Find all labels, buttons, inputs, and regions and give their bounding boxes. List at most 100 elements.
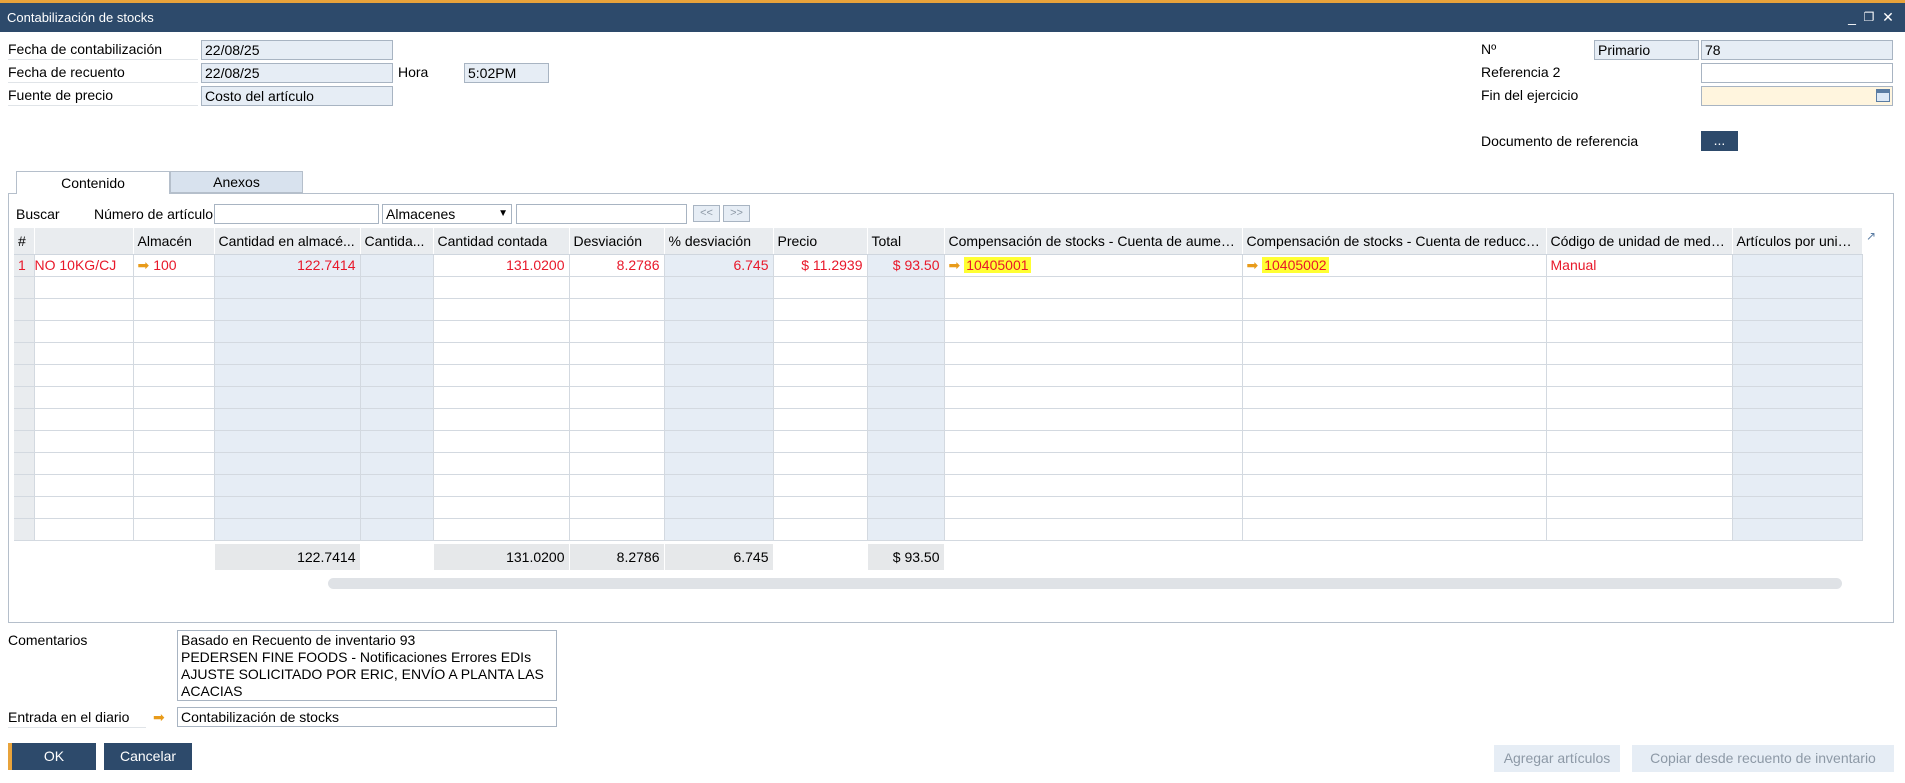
grid-cell[interactable] — [360, 364, 434, 387]
warehouse-select[interactable]: Almacenes ▼ — [382, 204, 512, 224]
grid-cell[interactable] — [214, 452, 361, 475]
grid-cell[interactable] — [1732, 298, 1863, 321]
grid-cell[interactable] — [214, 518, 361, 541]
grid-cell[interactable] — [664, 518, 774, 541]
grid-cell[interactable] — [133, 518, 215, 541]
grid-cell[interactable] — [14, 496, 35, 519]
grid-cell[interactable] — [944, 342, 1243, 365]
grid-cell[interactable] — [433, 408, 570, 431]
grid-cell[interactable] — [944, 496, 1243, 519]
grid-cell[interactable] — [773, 320, 868, 343]
link-arrow-icon[interactable]: ➡ — [153, 707, 165, 727]
grid-cell[interactable] — [944, 430, 1243, 453]
grid-cell[interactable] — [360, 342, 434, 365]
grid-cell[interactable] — [569, 320, 665, 343]
grid-cell[interactable] — [867, 364, 945, 387]
col-counted[interactable]: Cantidad contada — [433, 228, 570, 255]
grid-cell[interactable] — [360, 496, 434, 519]
grid-cell[interactable] — [1732, 276, 1863, 299]
grid-cell[interactable] — [34, 320, 134, 343]
grid-cell[interactable] — [569, 430, 665, 453]
grid-cell[interactable] — [664, 298, 774, 321]
grid-cell[interactable] — [664, 496, 774, 519]
grid-cell[interactable] — [944, 408, 1243, 431]
grid-cell[interactable] — [867, 452, 945, 475]
prev-button[interactable]: << — [693, 205, 720, 222]
restore-icon[interactable]: ❐ — [1860, 3, 1878, 32]
grid-cell[interactable] — [867, 386, 945, 409]
grid-cell[interactable] — [433, 342, 570, 365]
grid-cell[interactable] — [1242, 474, 1547, 497]
grid-cell[interactable] — [14, 386, 35, 409]
grid-cell[interactable] — [569, 496, 665, 519]
cancel-button[interactable]: Cancelar — [104, 743, 192, 770]
col-warehouse[interactable]: Almacén — [133, 228, 215, 255]
grid-cell[interactable] — [664, 452, 774, 475]
grid-cell[interactable] — [569, 408, 665, 431]
grid-cell[interactable] — [867, 430, 945, 453]
grid-cell[interactable] — [1732, 408, 1863, 431]
grid-cell[interactable] — [133, 496, 215, 519]
grid-cell[interactable] — [867, 474, 945, 497]
grid-cell[interactable] — [214, 320, 361, 343]
table-row[interactable] — [14, 276, 1863, 299]
col-price[interactable]: Precio — [773, 228, 868, 255]
grid-cell[interactable] — [944, 386, 1243, 409]
grid-cell[interactable] — [360, 430, 434, 453]
grid-cell[interactable] — [360, 474, 434, 497]
warehouse-search-input[interactable] — [516, 204, 687, 224]
grid-cell[interactable] — [14, 342, 35, 365]
grid-cell[interactable] — [944, 298, 1243, 321]
table-row[interactable] — [14, 452, 1863, 475]
grid-cell[interactable] — [214, 496, 361, 519]
grid-cell[interactable] — [34, 276, 134, 299]
table-row[interactable] — [14, 386, 1863, 409]
grid-cell[interactable] — [1546, 320, 1733, 343]
grid-cell[interactable] — [867, 320, 945, 343]
grid-cell[interactable] — [664, 386, 774, 409]
table-row[interactable] — [14, 364, 1863, 387]
grid-cell[interactable] — [664, 320, 774, 343]
col-index[interactable]: # — [14, 228, 35, 255]
grid-cell[interactable] — [773, 298, 868, 321]
tab-contenido[interactable]: Contenido — [16, 171, 170, 194]
grid-cell[interactable] — [360, 320, 434, 343]
add-items-button[interactable]: Agregar artículos — [1494, 745, 1620, 772]
grid-cell[interactable] — [867, 276, 945, 299]
price-cell[interactable]: $ 11.2939 — [773, 254, 868, 277]
grid-cell[interactable] — [664, 276, 774, 299]
grid-cell[interactable] — [1546, 342, 1733, 365]
grid-cell[interactable] — [1242, 408, 1547, 431]
grid-cell[interactable] — [360, 518, 434, 541]
grid-cell[interactable] — [664, 408, 774, 431]
grid-cell[interactable] — [1732, 386, 1863, 409]
grid-cell[interactable] — [433, 386, 570, 409]
grid-cell[interactable] — [773, 364, 868, 387]
grid-cell[interactable] — [1546, 298, 1733, 321]
grid-cell[interactable] — [867, 408, 945, 431]
col-inc-account[interactable]: Compensación de stocks - Cuenta de aumen… — [944, 228, 1243, 255]
grid-cell[interactable] — [360, 452, 434, 475]
grid-cell[interactable] — [944, 518, 1243, 541]
grid-cell[interactable] — [14, 518, 35, 541]
table-row[interactable] — [14, 518, 1863, 541]
grid-cell[interactable] — [1546, 496, 1733, 519]
grid-cell[interactable] — [1242, 320, 1547, 343]
grid-cell[interactable] — [433, 430, 570, 453]
grid-cell[interactable] — [214, 298, 361, 321]
grid-cell[interactable] — [1546, 474, 1733, 497]
table-row[interactable] — [14, 298, 1863, 321]
col-qty-short[interactable]: Cantida... — [360, 228, 434, 255]
grid-cell[interactable] — [867, 496, 945, 519]
col-deviation[interactable]: Desviación — [569, 228, 665, 255]
grid-cell[interactable] — [34, 342, 134, 365]
grid-cell[interactable] — [34, 430, 134, 453]
grid-cell[interactable] — [34, 364, 134, 387]
table-row[interactable] — [14, 320, 1863, 343]
grid-cell[interactable] — [1732, 364, 1863, 387]
grid-cell[interactable] — [433, 298, 570, 321]
minimize-icon[interactable]: _ — [1843, 3, 1861, 32]
grid-cell[interactable] — [360, 298, 434, 321]
grid-cell[interactable] — [944, 364, 1243, 387]
grid-cell[interactable] — [569, 452, 665, 475]
